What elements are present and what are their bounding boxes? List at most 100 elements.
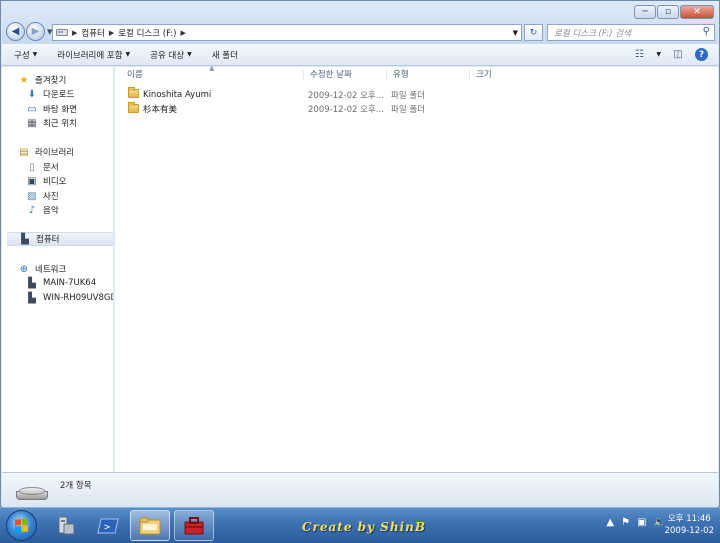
breadcrumb-separator-icon[interactable]: ▶ — [180, 29, 185, 37]
drive-icon — [16, 487, 48, 502]
sidebar-label: 네트워크 — [35, 265, 67, 275]
column-label: 수정한 날짜 — [310, 70, 352, 80]
sidebar-item-network[interactable]: ⊕ 네트워크 — [18, 262, 66, 276]
close-button[interactable]: ✕ — [680, 5, 714, 19]
breadcrumb-computer[interactable]: 컴퓨터 — [81, 27, 104, 39]
taskbar-app-explorer[interactable] — [130, 510, 170, 541]
back-button[interactable]: ◀ — [6, 22, 25, 41]
sidebar-item-videos[interactable]: ▣ 비디오 — [26, 174, 66, 188]
recent-places-icon: ▦ — [27, 117, 37, 129]
sidebar-item-recent-places[interactable]: ▦ 최근 위치 — [26, 116, 77, 130]
clock-time: 오후 11:46 — [667, 514, 711, 524]
new-folder-button[interactable]: 새 폴더 — [212, 49, 238, 61]
file-list: ▲ 이름 수정한 날짜 유형 크기 Kinoshita Ayumi 2009-1… — [115, 64, 718, 472]
sort-arrow-icon: ▲ — [209, 64, 215, 72]
sidebar-item-music[interactable]: ♪ 음악 — [26, 203, 59, 217]
include-library-label: 라이브러리에 포함 — [57, 50, 123, 61]
column-label: 크기 — [476, 70, 492, 80]
preview-pane-icon[interactable]: ◫ — [671, 48, 685, 61]
help-icon[interactable]: ? — [695, 48, 708, 61]
breadcrumb-separator-icon[interactable]: ▶ — [109, 29, 114, 37]
address-history-dropdown-icon[interactable]: ▼ — [513, 29, 518, 37]
share-menu[interactable]: 공유 대상 ▼ — [150, 49, 192, 61]
show-hidden-icons-icon[interactable]: ▲ — [606, 517, 614, 528]
view-dropdown-icon[interactable]: ▼ — [656, 51, 661, 58]
window-controls: ─ ▫ ✕ — [634, 5, 714, 19]
column-header-type[interactable]: 유형 — [386, 70, 409, 81]
chevron-down-icon: ▼ — [125, 51, 131, 58]
svg-text:>: > — [104, 522, 110, 533]
sidebar-item-downloads[interactable]: ⬇ 다운로드 — [26, 87, 74, 101]
file-name-cell: Kinoshita Ayumi — [128, 87, 212, 100]
sidebar-label: 다운로드 — [43, 90, 75, 100]
column-header-modified[interactable]: 수정한 날짜 — [303, 70, 352, 81]
sidebar-label: 최근 위치 — [43, 119, 77, 129]
clock[interactable]: 오후 11:46 2009-12-02 — [665, 513, 714, 537]
network-computer-icon: ▙ — [28, 292, 36, 304]
credit-watermark: Create by ShinB — [302, 520, 426, 534]
folder-icon — [139, 517, 161, 534]
sidebar-label: 컴퓨터 — [36, 235, 60, 245]
file-name: Kinoshita Ayumi — [143, 90, 212, 100]
maximize-button[interactable]: ▫ — [657, 5, 679, 19]
sidebar-item-pictures[interactable]: ▨ 사진 — [26, 189, 59, 203]
documents-icon: ▯ — [29, 161, 35, 173]
forward-button[interactable]: ▶ — [26, 22, 45, 41]
organize-menu[interactable]: 구성 ▼ — [14, 49, 37, 61]
refresh-button[interactable]: ↻ — [524, 24, 543, 41]
sidebar-label: 바탕 화면 — [43, 105, 77, 115]
table-row[interactable]: 杉本有美 2009-12-02 오후... 파일 폴더 — [115, 102, 718, 116]
navigation-buttons: ◀ ▶ ▼ — [6, 22, 52, 41]
column-label: 유형 — [393, 70, 409, 80]
folder-icon — [128, 87, 139, 98]
sidebar-label: 비디오 — [43, 177, 67, 187]
address-bar[interactable]: ▶ 컴퓨터 ▶ 로컬 디스크 (F:) ▶ ▼ — [52, 24, 522, 41]
clock-date: 2009-12-02 — [664, 526, 714, 536]
taskbar-app-server-manager[interactable] — [46, 510, 86, 541]
column-header-row: ▲ 이름 수정한 날짜 유형 크기 — [115, 64, 718, 83]
search-input[interactable]: 로컬 디스크 (F:) 검색 ⚲ — [547, 24, 715, 41]
details-pane: 2개 항목 — [2, 472, 718, 507]
column-header-size[interactable]: 크기 — [469, 70, 492, 81]
minimize-button[interactable]: ─ — [634, 5, 656, 19]
star-icon: ★ — [19, 74, 29, 86]
sidebar-item-documents[interactable]: ▯ 문서 — [26, 160, 58, 174]
start-button[interactable] — [6, 510, 37, 541]
modified-cell: 2009-12-02 오후... — [308, 91, 384, 101]
column-header-name[interactable]: 이름 — [121, 70, 143, 81]
taskbar: > Create by ShinB ▲ ⚑ ▣ 🔈 오후 11:46 2009-… — [0, 507, 720, 543]
pictures-icon: ▨ — [27, 190, 37, 202]
taskbar-app-powershell[interactable]: > — [88, 510, 128, 541]
view-options-icon[interactable]: ☷ — [632, 48, 646, 61]
breadcrumb-local-disk[interactable]: 로컬 디스크 (F:) — [118, 27, 176, 39]
sidebar-label: MAIN-7UK64 — [43, 278, 97, 288]
sidebar-item-libraries[interactable]: ▤ 라이브러리 — [18, 145, 74, 159]
view-controls: ☷ ▼ ◫ ? — [632, 48, 708, 61]
title-bar: ─ ▫ ✕ ◀ ▶ ▼ ▶ 컴퓨터 ▶ 로컬 디스크 (F:) ▶ ▼ ↻ 로컬… — [2, 2, 718, 44]
sidebar-item-desktop[interactable]: ▭ 바탕 화면 — [26, 102, 77, 116]
sidebar-item-computer[interactable]: ▙ 컴퓨터 — [7, 232, 113, 246]
navigation-pane: ★ 즐겨찾기 ⬇ 다운로드 ▭ 바탕 화면 ▦ 최근 위치 ▤ 라이브러리 ▯ … — [2, 67, 114, 472]
search-icon[interactable]: ⚲ — [703, 26, 710, 37]
sidebar-item-network-pc[interactable]: ▙ MAIN-7UK64 — [26, 276, 96, 290]
windows-logo-icon — [15, 518, 28, 533]
sidebar-item-network-pc[interactable]: ▙ WIN-RH09UV8GDE — [26, 291, 113, 305]
action-center-flag-icon[interactable]: ⚑ — [621, 517, 630, 528]
file-name-cell: 杉本有美 — [128, 102, 177, 115]
taskbar-app-toolbox[interactable] — [174, 510, 214, 541]
computer-icon: ▙ — [21, 233, 29, 245]
desktop-icon: ▭ — [27, 103, 37, 115]
server-manager-icon — [58, 516, 75, 534]
sidebar-label: 사진 — [43, 192, 59, 202]
include-library-menu[interactable]: 라이브러리에 포함 ▼ — [57, 49, 130, 61]
library-icon: ▤ — [19, 146, 29, 158]
explorer-window: ─ ▫ ✕ ◀ ▶ ▼ ▶ 컴퓨터 ▶ 로컬 디스크 (F:) ▶ ▼ ↻ 로컬… — [0, 0, 720, 507]
type-cell: 파일 폴더 — [391, 91, 425, 101]
back-arrow-icon: ◀ — [11, 26, 20, 37]
sidebar-item-favorites[interactable]: ★ 즐겨찾기 — [18, 73, 67, 87]
sidebar-label: 음악 — [43, 206, 59, 216]
chevron-down-icon: ▼ — [32, 51, 38, 58]
table-row[interactable]: Kinoshita Ayumi 2009-12-02 오후... 파일 폴더 — [115, 87, 718, 102]
network-status-icon[interactable]: ▣ — [637, 517, 646, 528]
breadcrumb-separator-icon[interactable]: ▶ — [72, 29, 77, 37]
